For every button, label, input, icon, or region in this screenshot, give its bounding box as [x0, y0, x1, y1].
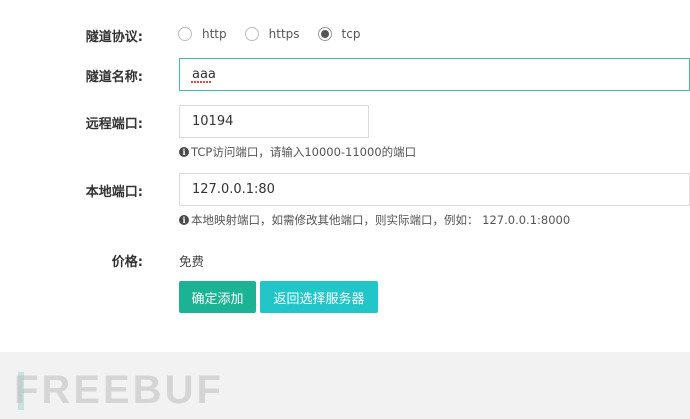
confirm-add-button[interactable]: 确定添加	[179, 281, 256, 313]
info-icon: i	[179, 147, 189, 157]
protocol-radio-group: http https tcp	[178, 25, 378, 43]
back-to-server-select-button[interactable]: 返回选择服务器	[260, 281, 378, 313]
radio-http-circle[interactable]	[178, 27, 192, 41]
radio-tcp-circle[interactable]	[317, 27, 332, 41]
radio-https-label: https	[268, 27, 300, 41]
local-port-label: 本地端口:	[85, 185, 143, 200]
radio-http-label: http	[202, 27, 227, 41]
remote-port-hint-text: TCP访问端口，请输入10000-11000的端口	[191, 145, 417, 159]
remote-port-label: 远程端口:	[85, 117, 143, 132]
remote-port-hint: i TCP访问端口，请输入10000-11000的端口	[179, 144, 416, 160]
remote-port-input[interactable]	[179, 105, 369, 138]
local-port-input[interactable]	[179, 173, 690, 206]
radio-http[interactable]: http	[178, 27, 227, 41]
tunnel-name-label: 隧道名称:	[85, 70, 143, 85]
local-port-hint: i 本地映射端口，如需修改其他端口，则实际端口，例如： 127.0.0.1:80…	[179, 212, 570, 228]
tunnel-name-input[interactable]	[179, 58, 690, 91]
radio-tcp-label: tcp	[341, 27, 361, 41]
radio-https-circle[interactable]	[244, 27, 259, 41]
spellcheck-underline	[191, 81, 211, 84]
tunnel-form: 隧道协议: http https tcp 隧道名称: 远程端口: i TCP访问…	[0, 0, 690, 352]
local-port-hint-text: 本地映射端口，如需修改其他端口，则实际端口，例如： 127.0.0.1:8000	[191, 213, 571, 227]
radio-https[interactable]: https	[244, 27, 300, 41]
info-icon: i	[179, 215, 189, 225]
price-label: 价格:	[111, 255, 143, 270]
freebuf-watermark: FREEBUF	[14, 368, 224, 412]
price-value: 免费	[179, 254, 205, 269]
tunnel-name-field	[179, 58, 690, 91]
protocol-label: 隧道协议:	[85, 30, 143, 45]
radio-tcp[interactable]: tcp	[317, 27, 361, 41]
